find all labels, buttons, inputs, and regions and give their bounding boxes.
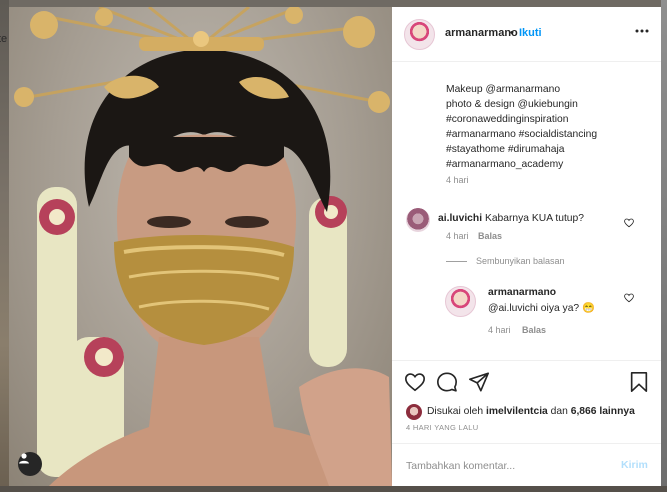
background-right-strip [661,0,667,492]
caption-line: #coronaweddinginspiration [446,114,569,125]
commenter-username[interactable]: ai.luvichi [438,213,482,224]
user-tag-icon [19,453,29,464]
post-header: armanarmano • Ikuti [392,7,661,62]
comment-timestamp[interactable]: 4 hari [446,231,469,241]
follow-button[interactable]: Ikuti [519,27,542,39]
reply-author-username[interactable]: armanarmano [488,287,556,298]
caption-line: #stayathome #dirumahaja [446,144,565,155]
post-details-panel: armanarmano • Ikuti Makeup @armanarmano … [392,7,661,486]
reply-reply-button[interactable]: Balas [522,325,546,335]
likes-count[interactable]: 6,866 lainnya [571,406,635,417]
likes-summary: Disukai oleh imelvilentcia dan 6,866 lai… [427,406,635,417]
caption-line: Makeup @armanarmano [446,84,561,95]
post-photo[interactable] [9,7,392,486]
reply-author-avatar[interactable] [445,286,476,317]
commenter-avatar[interactable] [406,208,430,232]
comment-like-icon[interactable] [624,218,634,228]
comment-text: Kabarnya KUA tutup? [484,213,584,224]
share-icon[interactable] [468,371,490,393]
author-username[interactable]: armanarmano [445,27,518,39]
user-tag-button[interactable] [18,452,42,476]
more-icon [635,29,649,33]
post-caption: Makeup @armanarmano photo & design @ukie… [446,82,651,172]
reply-text: @ai.luvichi oiya ya? 😁 [488,303,595,314]
hide-replies-button[interactable]: Sembunyikan balasan [476,256,565,266]
more-options-button[interactable] [632,21,652,41]
comment-input[interactable] [406,457,596,475]
bookmark-icon[interactable] [628,371,650,393]
hide-replies-line [446,261,467,262]
reply-button[interactable]: Balas [478,231,502,241]
reply-timestamp[interactable]: 4 hari [488,325,511,335]
liker-avatar[interactable] [406,404,422,420]
reply-like-icon[interactable] [624,293,634,303]
comment-icon[interactable] [436,371,458,393]
comment-form: Kirim [392,443,661,486]
author-avatar[interactable] [404,19,435,50]
caption-line: #armanarmano_academy [446,159,564,170]
background-left-strip [0,0,9,492]
caption-line: photo & design @ukiebungin [446,99,578,110]
caption-timestamp[interactable]: 4 hari [446,175,469,185]
send-comment-button[interactable]: Kirim [621,459,648,471]
heart-icon[interactable] [404,371,426,393]
action-bar: Disukai oleh imelvilentcia dan 6,866 lai… [392,360,661,420]
photo-illustration [14,7,392,486]
liker-username[interactable]: imelvilentcia [486,406,548,417]
background-bottom-strip [0,486,667,492]
post-date[interactable]: 4 HARI YANG LALU [406,423,478,432]
comment-body: ai.luvichi Kabarnya KUA tutup? [438,213,584,224]
likes-prefix: Disukai oleh [427,406,484,417]
header-separator: • [510,27,514,39]
caption-line: #armanarmano #socialdistancing [446,129,598,140]
likes-joiner: dan [550,406,568,417]
background-left-text: te [0,33,8,45]
